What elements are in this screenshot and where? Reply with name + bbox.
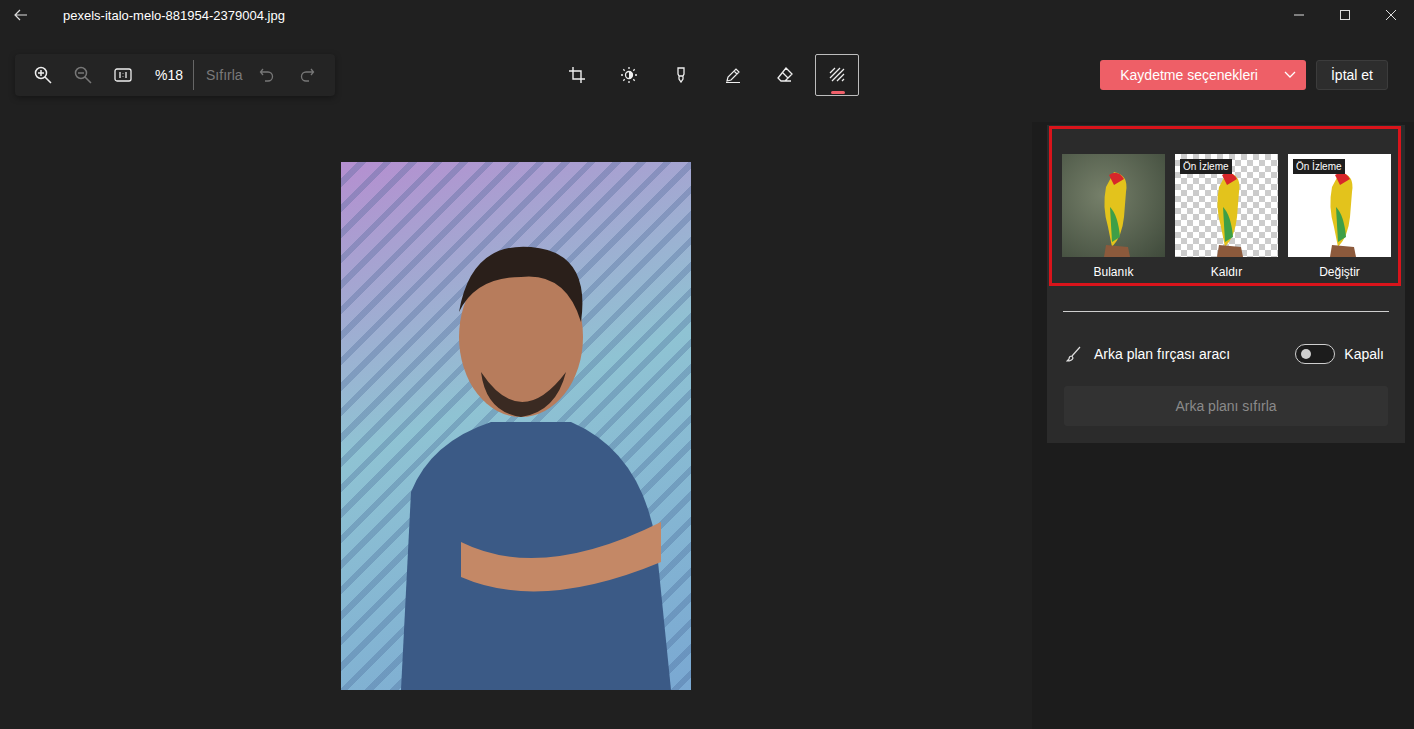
window-title: pexels-italo-melo-881954-2379004.jpg [63,8,285,23]
save-options-button[interactable]: Kaydetme seçenekleri [1100,60,1306,90]
zoom-level: %18 [155,67,183,83]
brush-icon [1066,346,1082,362]
undo-icon [259,67,275,83]
filter-tool-button[interactable] [659,54,703,96]
photos-editor: pexels-italo-melo-881954-2379004.jpg %18 S… [0,0,1414,729]
adjust-tool-button[interactable] [607,54,651,96]
blur-option[interactable]: Bulanık [1062,154,1165,279]
option-thumbnail: Ön İzleme [1175,154,1278,257]
back-arrow-icon[interactable] [13,7,29,23]
replace-option[interactable]: Ön İzleme Değiştir [1288,154,1391,279]
redo-button[interactable] [287,57,327,93]
eraser-icon [777,67,793,83]
pen-icon [725,67,741,83]
markup-tool-button[interactable] [711,54,755,96]
divider [1063,311,1389,312]
brightness-icon [621,67,637,83]
close-icon [1386,10,1396,20]
photo [341,162,691,690]
crop-tool-button[interactable] [555,54,599,96]
remove-option[interactable]: Ön İzleme Kaldır [1175,154,1278,279]
zoom-in-icon [34,66,52,84]
brush-tool-row: Arka plan fırçası aracı Kapalı [1066,340,1384,368]
marker-icon [673,67,689,83]
person-figure [341,162,691,690]
toggle-state: Kapalı [1344,346,1384,362]
zoom-out-button[interactable] [63,57,103,93]
option-thumbnail: Ön İzleme [1288,154,1391,257]
undo-button[interactable] [247,57,287,93]
minimize-icon [1294,10,1304,20]
redo-icon [299,67,315,83]
editor-body: Bulanık Ön İzleme Kaldır Ön İzleme Değiştir A… [0,122,1414,729]
active-indicator [831,91,845,94]
actual-size-button[interactable] [103,57,143,93]
background-options: Bulanık Ön İzleme Kaldır Ön İzleme Değiştir [1049,126,1401,286]
background-icon [829,67,845,83]
save-options-label: Kaydetme seçenekleri [1120,67,1258,83]
separator [193,60,194,90]
brush-toggle[interactable] [1295,344,1335,364]
preview-badge: Ön İzleme [1293,159,1345,174]
option-thumbnail [1062,154,1165,257]
erase-tool-button[interactable] [763,54,807,96]
crop-icon [569,67,585,83]
zoom-group: %18 Sıfırla [15,54,335,96]
canvas [0,122,1032,729]
background-tool-button[interactable] [815,54,859,96]
parrot-picture [1084,167,1144,257]
side-panel: Bulanık Ön İzleme Kaldır Ön İzleme Değiştir A… [1032,122,1414,729]
option-label: Bulanık [1093,265,1133,279]
title-bar: pexels-italo-melo-881954-2379004.jpg [0,0,1414,30]
parrot-picture [1310,167,1370,257]
reset-button[interactable]: Sıfırla [206,67,243,83]
maximize-button[interactable] [1322,0,1368,30]
cancel-button[interactable]: İptal et [1316,60,1388,90]
maximize-icon [1340,10,1350,20]
close-button[interactable] [1368,0,1414,30]
edit-tools [555,54,859,96]
zoom-out-icon [74,66,92,84]
parrot-picture [1197,167,1257,257]
toggle-knob [1301,349,1311,359]
chevron-down-icon [1284,71,1296,79]
zoom-in-button[interactable] [23,57,63,93]
background-card: Bulanık Ön İzleme Kaldır Ön İzleme Değiştir A… [1047,125,1405,443]
actual-size-icon [114,68,132,82]
option-label: Değiştir [1319,265,1360,279]
option-label: Kaldır [1211,265,1242,279]
toolbar: %18 Sıfırla Kaydetme seçenekleri İptal et [0,30,1414,122]
brush-tool-label: Arka plan fırçası aracı [1094,346,1230,362]
preview-badge: Ön İzleme [1180,159,1232,174]
reset-background-button[interactable]: Arka planı sıfırla [1064,386,1388,426]
actions: Kaydetme seçenekleri İptal et [1100,54,1388,90]
minimize-button[interactable] [1276,0,1322,30]
